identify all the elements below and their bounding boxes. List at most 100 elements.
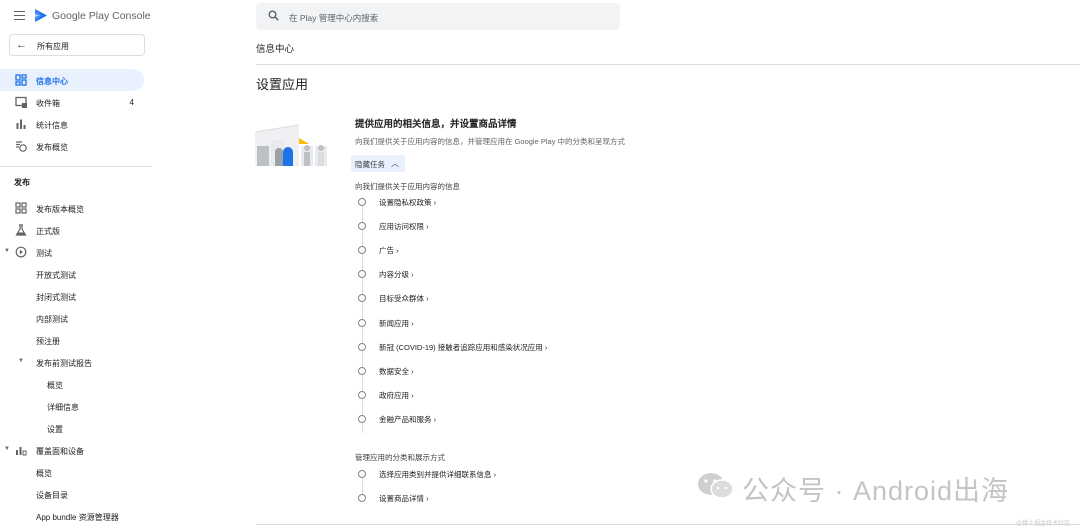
task-status-circle-icon (358, 494, 366, 502)
sidebar-item-label: 信息中心 (36, 77, 68, 86)
watermark-text: 公众号 · Android出海 (742, 476, 1010, 506)
task-label: 新冠 (COVID-19) 接触者追踪应用和感染状况应用 › (379, 343, 548, 352)
task-label: 设置商品详情 › (379, 494, 429, 503)
sidebar-item-inbox[interactable]: 收件箱 4 (0, 91, 144, 113)
sidebar-item-label: 收件箱 (36, 99, 60, 108)
testing-icon (15, 246, 27, 258)
task-status-circle-icon (358, 270, 366, 278)
play-console-logo-icon (35, 9, 47, 22)
sidebar-item-dashboard[interactable]: 信息中心 (0, 69, 144, 91)
sidebar-item-label: 详细信息 (47, 403, 79, 412)
sidebar-item-app-bundle-explorer[interactable]: App bundle 资源管理器 (0, 505, 144, 527)
task-status-circle-icon (358, 415, 366, 423)
sidebar-item-prelaunch-details[interactable]: 详细信息 (0, 395, 144, 417)
sidebar-item-open-testing[interactable]: 开放式测试 (0, 263, 144, 285)
sidebar-item-pre-registration[interactable]: 预注册 (0, 329, 144, 351)
back-arrow-icon: ← (16, 39, 27, 51)
sidebar-item-label: 测试 (36, 249, 52, 258)
sidebar-item-prelaunch-overview[interactable]: 概览 (0, 373, 144, 395)
task-status-circle-icon (358, 319, 366, 327)
task-label: 设置隐私权政策 › (379, 198, 437, 207)
task-status-circle-icon (358, 391, 366, 399)
task-status-circle-icon (358, 343, 366, 351)
releases-overview-icon (15, 202, 27, 214)
menu-icon[interactable] (14, 11, 25, 20)
card-title: 提供应用的相关信息，并设置商品详情 (355, 119, 517, 130)
chevron-up-icon: ︿ (391, 159, 399, 168)
search-icon (268, 10, 279, 21)
watermark-small-text: @稀土掘金技术社区 (1016, 521, 1071, 527)
app-logo-text: Google Play Console (52, 10, 151, 22)
sidebar-item-statistics[interactable]: 统计信息 (0, 113, 144, 135)
inbox-count-badge: 4 (129, 98, 134, 107)
sidebar-item-label: 概览 (36, 469, 52, 478)
sidebar-item-publishing-overview[interactable]: 发布概览 (0, 135, 144, 157)
task-status-circle-icon (358, 222, 366, 230)
task-status-circle-icon (358, 367, 366, 375)
bottom-divider (256, 524, 1080, 525)
expand-caret-icon[interactable]: ▼ (4, 248, 10, 254)
wechat-icon (698, 473, 734, 499)
group-category-label: 管理应用的分类和展示方式 (355, 453, 445, 462)
sidebar-header: Google Play Console (0, 0, 152, 32)
task-label: 广告 › (379, 246, 399, 255)
sidebar-item-testing[interactable]: ▼ 测试 (0, 241, 144, 263)
sidebar-item-device-catalog[interactable]: 设备目录 (0, 483, 144, 505)
sidebar-item-label: 发布概览 (36, 143, 68, 152)
sidebar-item-reach-devices[interactable]: ▼ 覆盖面和设备 (0, 439, 144, 461)
breadcrumb: 信息中心 (256, 44, 295, 55)
sidebar-item-label: 设置 (47, 425, 63, 434)
all-apps-label: 所有应用 (37, 42, 69, 51)
search-placeholder: 在 Play 管理中心内搜索 (289, 13, 379, 23)
sidebar-item-label: 覆盖面和设备 (36, 447, 84, 456)
sidebar-divider (0, 166, 152, 167)
sidebar-section-release: 发布 (14, 178, 30, 187)
task-label: 数据安全 › (379, 367, 414, 376)
sidebar-item-label: 概览 (47, 381, 63, 390)
sidebar-item-label: 封闭式测试 (36, 293, 76, 302)
all-apps-button[interactable]: ← 所有应用 (9, 34, 145, 56)
hide-tasks-button[interactable]: 隐藏任务 ︿ (351, 155, 405, 172)
sidebar-item-internal-testing[interactable]: 内部测试 (0, 307, 144, 329)
production-icon (15, 224, 27, 236)
task-label: 金融产品和服务 › (379, 415, 437, 424)
sidebar-item-label: 预注册 (36, 337, 60, 346)
sidebar-item-label: 发布版本概览 (36, 205, 84, 214)
bar-chart-icon (16, 119, 26, 129)
sidebar-item-closed-testing[interactable]: 封闭式测试 (0, 285, 144, 307)
inbox-icon (15, 96, 27, 108)
task-label: 应用访问权限 › (379, 222, 429, 231)
sidebar-item-reach-overview[interactable]: 概览 (0, 461, 144, 483)
group-content-info-label: 向我们提供关于应用内容的信息 (355, 182, 460, 191)
sidebar-item-label: 发布前测试报告 (36, 359, 92, 368)
task-label: 新闻应用 › (379, 319, 414, 328)
task-status-circle-icon (358, 470, 366, 478)
task-status-circle-icon (358, 294, 366, 302)
task-label: 目标受众群体 › (379, 294, 429, 303)
task-status-circle-icon (358, 198, 366, 206)
page-title: 设置应用 (256, 77, 309, 92)
search-input[interactable]: 在 Play 管理中心内搜索 (256, 3, 620, 30)
sidebar-item-label: App bundle 资源管理器 (36, 513, 119, 522)
task-label: 政府应用 › (379, 391, 414, 400)
setup-app-illustration (255, 124, 327, 166)
task-status-circle-icon (358, 246, 366, 254)
sidebar-item-label: 正式版 (36, 227, 60, 236)
card-subtitle: 向我们提供关于应用内容的信息，并管理应用在 Google Play 中的分类和呈… (355, 137, 626, 146)
sidebar-item-releases-overview[interactable]: 发布版本概览 (0, 197, 144, 219)
sidebar-item-prelaunch-settings[interactable]: 设置 (0, 417, 144, 439)
header-divider (256, 64, 1080, 65)
reach-devices-icon (16, 447, 27, 456)
sidebar: Google Play Console ← 所有应用 信息中心 收件箱 4 统计… (0, 0, 152, 528)
expand-caret-icon[interactable]: ▼ (4, 446, 10, 452)
sidebar-item-label: 内部测试 (36, 315, 68, 324)
expand-caret-icon[interactable]: ▼ (18, 358, 24, 364)
sidebar-item-label: 开放式测试 (36, 271, 76, 280)
task-label: 内容分级 › (379, 270, 414, 279)
sidebar-item-pre-launch-report[interactable]: ▼ 发布前测试报告 (0, 351, 144, 373)
sidebar-item-label: 设备目录 (36, 491, 68, 500)
sidebar-item-label: 统计信息 (36, 121, 68, 130)
dashboard-icon (15, 74, 27, 86)
task-label: 选择应用类别并提供详细联系信息 › (379, 470, 497, 479)
sidebar-item-production[interactable]: 正式版 (0, 219, 144, 241)
